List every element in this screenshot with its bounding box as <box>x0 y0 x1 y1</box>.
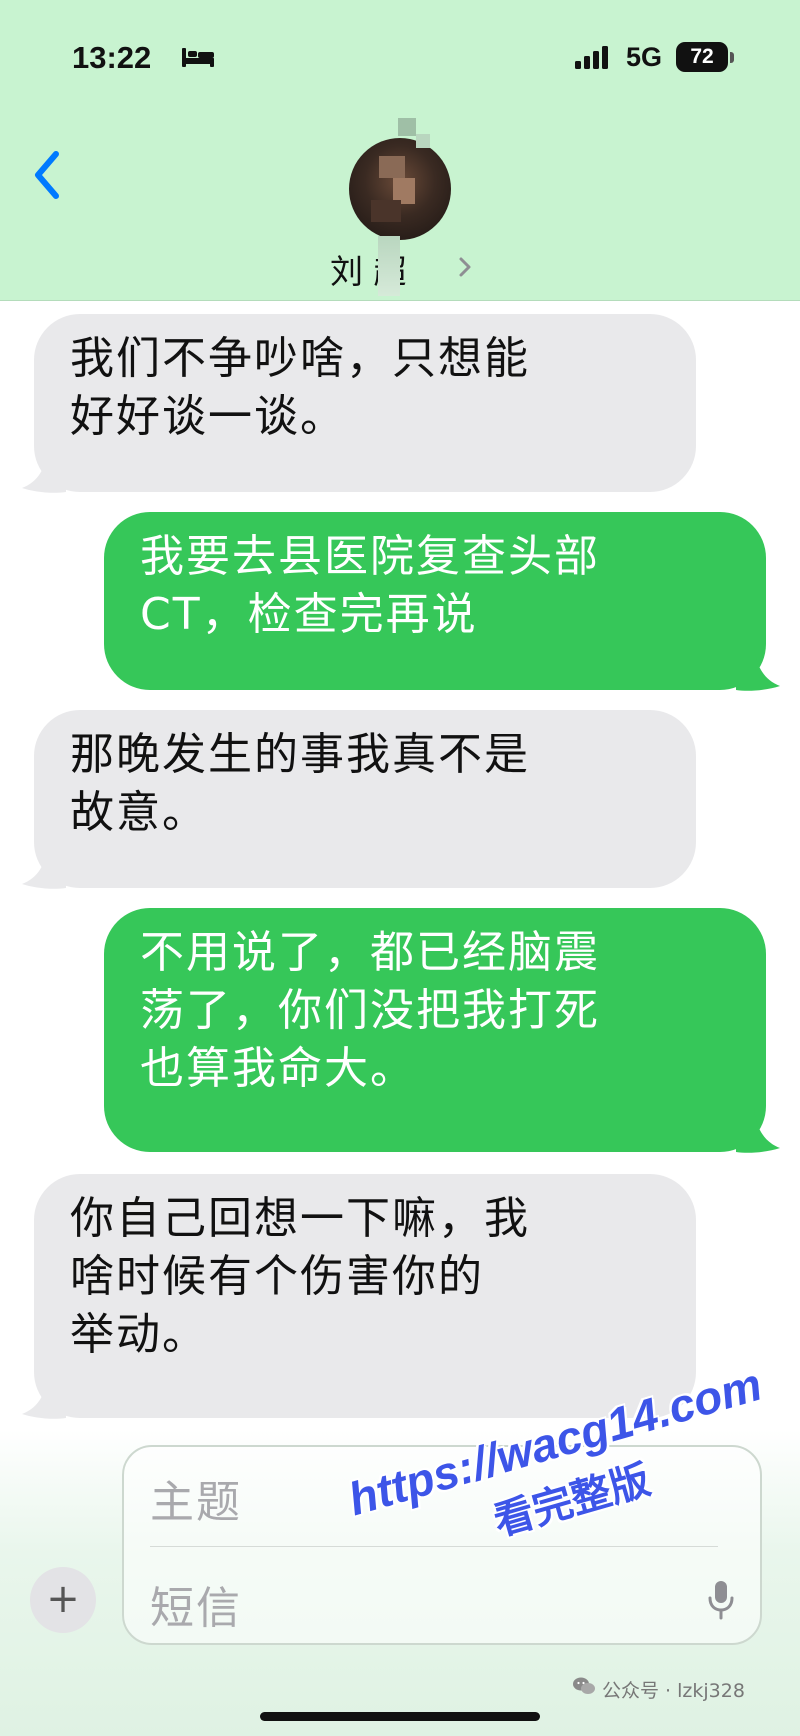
incoming-bubble-tail <box>22 448 66 493</box>
plus-icon[interactable]: + <box>30 1567 96 1633</box>
status-time: 13:22 <box>72 40 152 75</box>
bed-icon <box>182 48 214 67</box>
incoming-bubble-tail <box>22 1374 66 1419</box>
message-text-line: 我要去县医院复查头部 <box>140 531 600 582</box>
signal-icon <box>575 46 608 69</box>
message-text-line: 荡了，你们没把我打死 <box>140 985 600 1036</box>
message-text-line: 那晚发生的事我真不是 <box>70 729 530 780</box>
home-indicator[interactable] <box>260 1712 540 1721</box>
outgoing-bubble-tail <box>736 1108 780 1153</box>
message-text-line: 举动。 <box>70 1309 208 1360</box>
message-text-line: 故意。 <box>70 787 208 838</box>
message-text-line: 啥时候有个伤害你的 <box>70 1251 484 1302</box>
message-input[interactable]: 短信 <box>150 1572 242 1636</box>
credit-text: 公众号 · lzkj328 <box>602 1680 745 1702</box>
wechat-icon <box>573 1677 595 1694</box>
message-text-line: 好好谈一谈。 <box>70 391 346 442</box>
message-text-line: CT，检查完再说 <box>140 589 478 640</box>
microphone-icon[interactable] <box>708 1580 734 1620</box>
mosaic-block <box>378 236 400 296</box>
subject-input[interactable]: 主题 <box>150 1466 242 1530</box>
battery-indicator: 72 <box>676 42 728 72</box>
mosaic-block <box>416 134 430 148</box>
message-text-line: 你自己回想一下嘛，我 <box>70 1193 530 1244</box>
message-text-line: 我们不争吵啥，只想能 <box>70 333 530 384</box>
contact-avatar[interactable] <box>349 138 451 240</box>
outgoing-bubble-tail <box>736 646 780 691</box>
incoming-message-bubble[interactable]: 我们不争吵啥，只想能 好好谈一谈。 <box>34 314 696 492</box>
battery-cap <box>730 52 734 63</box>
network-type: 5G <box>626 42 663 72</box>
outgoing-message-bubble[interactable]: 我要去县医院复查头部 CT，检查完再说 <box>104 512 766 690</box>
message-text-line: 不用说了，都已经脑震 <box>140 927 600 978</box>
back-chevron-icon[interactable] <box>28 148 68 202</box>
incoming-bubble-tail <box>22 844 66 889</box>
message-text-line: 也算我命大。 <box>140 1043 416 1094</box>
mosaic-block <box>398 118 416 136</box>
chevron-right-icon[interactable] <box>458 256 472 278</box>
outgoing-message-bubble[interactable]: 不用说了，都已经脑震 荡了，你们没把我打死 也算我命大。 <box>104 908 766 1152</box>
incoming-message-bubble[interactable]: 那晚发生的事我真不是 故意。 <box>34 710 696 888</box>
incoming-message-bubble[interactable]: 你自己回想一下嘛，我 啥时候有个伤害你的 举动。 <box>34 1174 696 1418</box>
